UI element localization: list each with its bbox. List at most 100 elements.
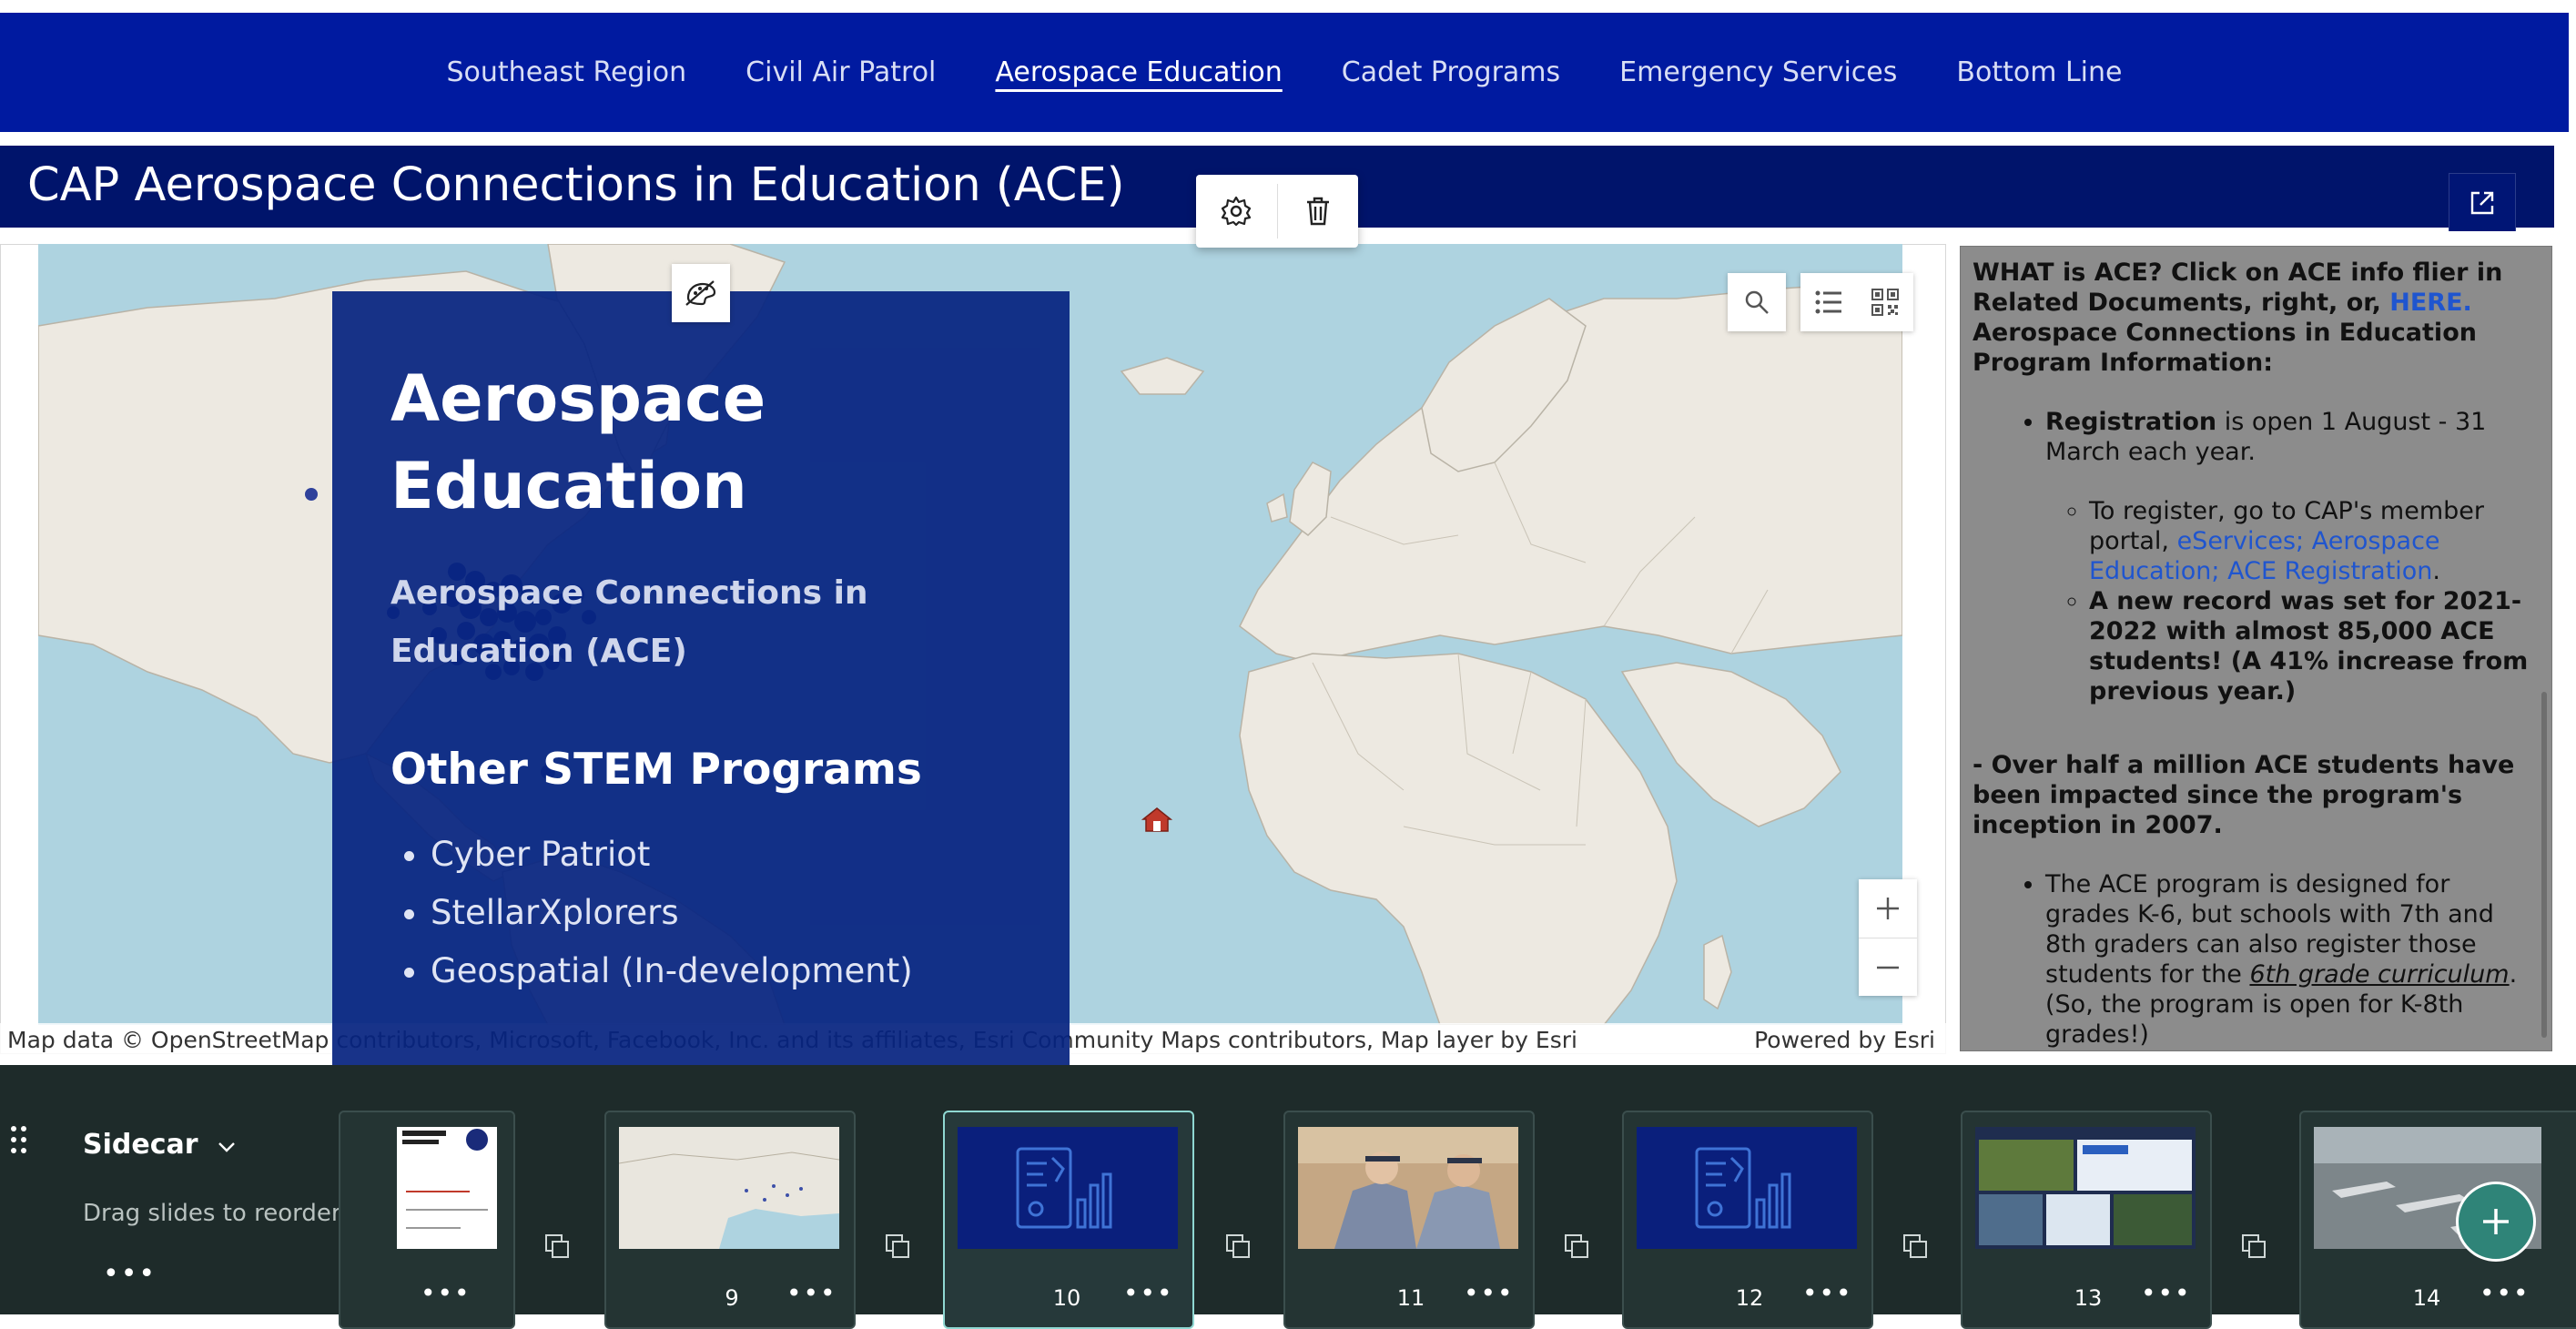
duplicate-icon[interactable] bbox=[544, 1233, 570, 1259]
slide-thumbnail-9[interactable]: 9 ••• bbox=[604, 1111, 856, 1329]
dashboard-thumb bbox=[1695, 1147, 1791, 1229]
drag-hint: Drag slides to reorder bbox=[83, 1200, 341, 1227]
slide-more-button[interactable]: ••• bbox=[2480, 1278, 2530, 1308]
duplicate-icon[interactable] bbox=[1225, 1233, 1251, 1259]
duplicate-icon[interactable] bbox=[1902, 1233, 1928, 1259]
registration-list: Registration is open 1 August - 31 March… bbox=[1973, 407, 2541, 706]
map-style-icon bbox=[685, 280, 716, 306]
trash-icon bbox=[1306, 197, 1329, 226]
duplicate-icon[interactable] bbox=[885, 1233, 910, 1259]
sidecar-narrative-panel[interactable]: WHAT is ACE? Click on ACE info flier in … bbox=[1960, 246, 2552, 1051]
nav-item-bottom-line[interactable]: Bottom Line bbox=[1956, 56, 2122, 88]
list-item: To register, go to CAP's member portal, … bbox=[2089, 496, 2541, 586]
duplicate-icon[interactable] bbox=[1564, 1233, 1589, 1259]
map-pin-icon[interactable] bbox=[1141, 805, 1172, 834]
panel-subtitle[interactable]: Aerospace Connections in Education (ACE) bbox=[390, 564, 1019, 681]
slide-thumb-image bbox=[1975, 1127, 2196, 1249]
zoom-controls bbox=[1859, 879, 1917, 996]
dashboard-collage-thumb bbox=[1975, 1127, 2196, 1249]
search-icon bbox=[1745, 290, 1769, 314]
slide-thumbnail-8[interactable]: ••• bbox=[339, 1111, 515, 1329]
zoom-out-icon bbox=[1877, 966, 1899, 969]
slide-settings-button[interactable] bbox=[1196, 175, 1277, 248]
registration-label: Registration bbox=[2045, 408, 2217, 436]
expand-icon bbox=[2470, 191, 2494, 214]
nav-item-civil-air-patrol[interactable]: Civil Air Patrol bbox=[745, 56, 936, 88]
chevron-down-icon bbox=[218, 1142, 236, 1152]
nav-item-aerospace-education[interactable]: Aerospace Education bbox=[995, 56, 1282, 88]
map-layer-controls bbox=[1800, 273, 1913, 331]
plus-icon bbox=[2483, 1209, 2509, 1234]
duplicate-icon[interactable] bbox=[2241, 1233, 2267, 1259]
list-item: Geospatial (In-development) bbox=[431, 942, 1070, 1000]
curriculum-text: 6th grade curriculum bbox=[2249, 960, 2510, 989]
add-slide-button[interactable] bbox=[2456, 1182, 2536, 1262]
slide-thumbnail-12[interactable]: 12 ••• bbox=[1622, 1111, 1873, 1329]
program-design-list: The ACE program is designed for grades K… bbox=[1973, 869, 2541, 1050]
powered-by-esri[interactable]: Powered by Esri bbox=[1754, 1027, 1935, 1053]
list-item: Registration is open 1 August - 31 March… bbox=[2045, 407, 2541, 706]
legend-icon bbox=[1815, 290, 1841, 314]
slide-number: 9 bbox=[725, 1285, 739, 1311]
qr-code-button[interactable] bbox=[1857, 288, 1913, 317]
slide-thumb-image bbox=[1637, 1127, 1857, 1249]
program-info-heading: Aerospace Connections in Education Progr… bbox=[1973, 319, 2477, 377]
drag-handle-icon[interactable] bbox=[9, 1124, 29, 1155]
sidecar-scrollbar[interactable] bbox=[2541, 692, 2547, 1038]
legend-button[interactable] bbox=[1800, 289, 1857, 316]
slide-more-button[interactable]: ••• bbox=[786, 1278, 837, 1308]
list-item: The ACE program is designed for grades K… bbox=[2045, 869, 2541, 1050]
nav-item-southeast-region[interactable]: Southeast Region bbox=[447, 56, 687, 88]
region-doc-thumb bbox=[402, 1129, 488, 1229]
map-search-button[interactable] bbox=[1728, 273, 1786, 331]
sidecar-more-button[interactable]: ••• bbox=[103, 1258, 157, 1290]
slide-thumb-image bbox=[619, 1127, 839, 1249]
zoom-in-icon bbox=[1877, 898, 1899, 919]
zoom-in-button[interactable] bbox=[1859, 879, 1917, 938]
cadets-salute-thumb bbox=[1298, 1127, 1518, 1249]
slide-more-button[interactable]: ••• bbox=[1464, 1278, 1515, 1308]
delete-slide-button[interactable] bbox=[1278, 175, 1359, 248]
slide-number: 12 bbox=[1735, 1285, 1764, 1311]
map-style-button[interactable] bbox=[672, 264, 730, 322]
slide-thumb-image bbox=[397, 1127, 497, 1249]
slide-thumb-image bbox=[958, 1127, 1178, 1249]
nav-item-cadet-programs[interactable]: Cadet Programs bbox=[1342, 56, 1560, 88]
record-item: A new record was set for 2021-2022 with … bbox=[2089, 586, 2541, 706]
page-title[interactable]: CAP Aerospace Connections in Education (… bbox=[27, 158, 1125, 212]
list-item: StellarXplorers bbox=[431, 884, 1070, 942]
nav-menu: Southeast Region Civil Air Patrol Aerosp… bbox=[0, 13, 2569, 132]
map-overlay-panel: Aerospace Education Aerospace Connection… bbox=[332, 291, 1070, 1065]
slide-thumbnail-10[interactable]: 10 ••• bbox=[943, 1111, 1194, 1329]
stem-program-list: Cyber Patriot StellarXplorers Geospatial… bbox=[390, 826, 1070, 1000]
slide-more-button[interactable]: ••• bbox=[2141, 1278, 2192, 1308]
slide-action-toolbar bbox=[1196, 175, 1358, 248]
slide-more-button[interactable]: ••• bbox=[421, 1278, 472, 1308]
slide-thumbnail-11[interactable]: 11 ••• bbox=[1283, 1111, 1535, 1329]
register-end: . bbox=[2432, 557, 2441, 585]
sidecar-label-text: Sidecar bbox=[83, 1129, 198, 1161]
slide-more-button[interactable]: ••• bbox=[1802, 1278, 1853, 1308]
list-item: Cyber Patriot bbox=[431, 826, 1070, 884]
slide-number: 11 bbox=[1396, 1285, 1425, 1311]
sidecar-block-label[interactable]: Sidecar bbox=[83, 1129, 237, 1161]
here-link[interactable]: HERE. bbox=[2389, 289, 2472, 317]
top-navigation-bar: Southeast Region Civil Air Patrol Aerosp… bbox=[0, 13, 2569, 132]
dashboard-thumb bbox=[1016, 1147, 1112, 1229]
gear-icon bbox=[1222, 196, 1252, 227]
zoom-out-button[interactable] bbox=[1859, 938, 1917, 996]
qr-code-icon bbox=[1871, 289, 1899, 316]
us-map-thumb bbox=[619, 1127, 839, 1249]
nav-item-emergency-services[interactable]: Emergency Services bbox=[1619, 56, 1897, 88]
slide-more-button[interactable]: ••• bbox=[1123, 1278, 1174, 1308]
expand-button[interactable] bbox=[2449, 173, 2516, 231]
panel-title[interactable]: Aerospace Education bbox=[390, 355, 900, 530]
panel-heading-stem[interactable]: Other STEM Programs bbox=[390, 745, 1070, 795]
slide-thumb-image bbox=[1298, 1127, 1518, 1249]
slide-thumbnail-13[interactable]: 13 ••• bbox=[1961, 1111, 2212, 1329]
slide-number: 10 bbox=[1052, 1285, 1081, 1311]
slide-number: 13 bbox=[2074, 1285, 2103, 1311]
half-million-text: - Over half a million ACE students have … bbox=[1973, 751, 2515, 839]
registration-sublist: To register, go to CAP's member portal, … bbox=[2045, 496, 2541, 706]
slide-number: 14 bbox=[2412, 1285, 2441, 1311]
